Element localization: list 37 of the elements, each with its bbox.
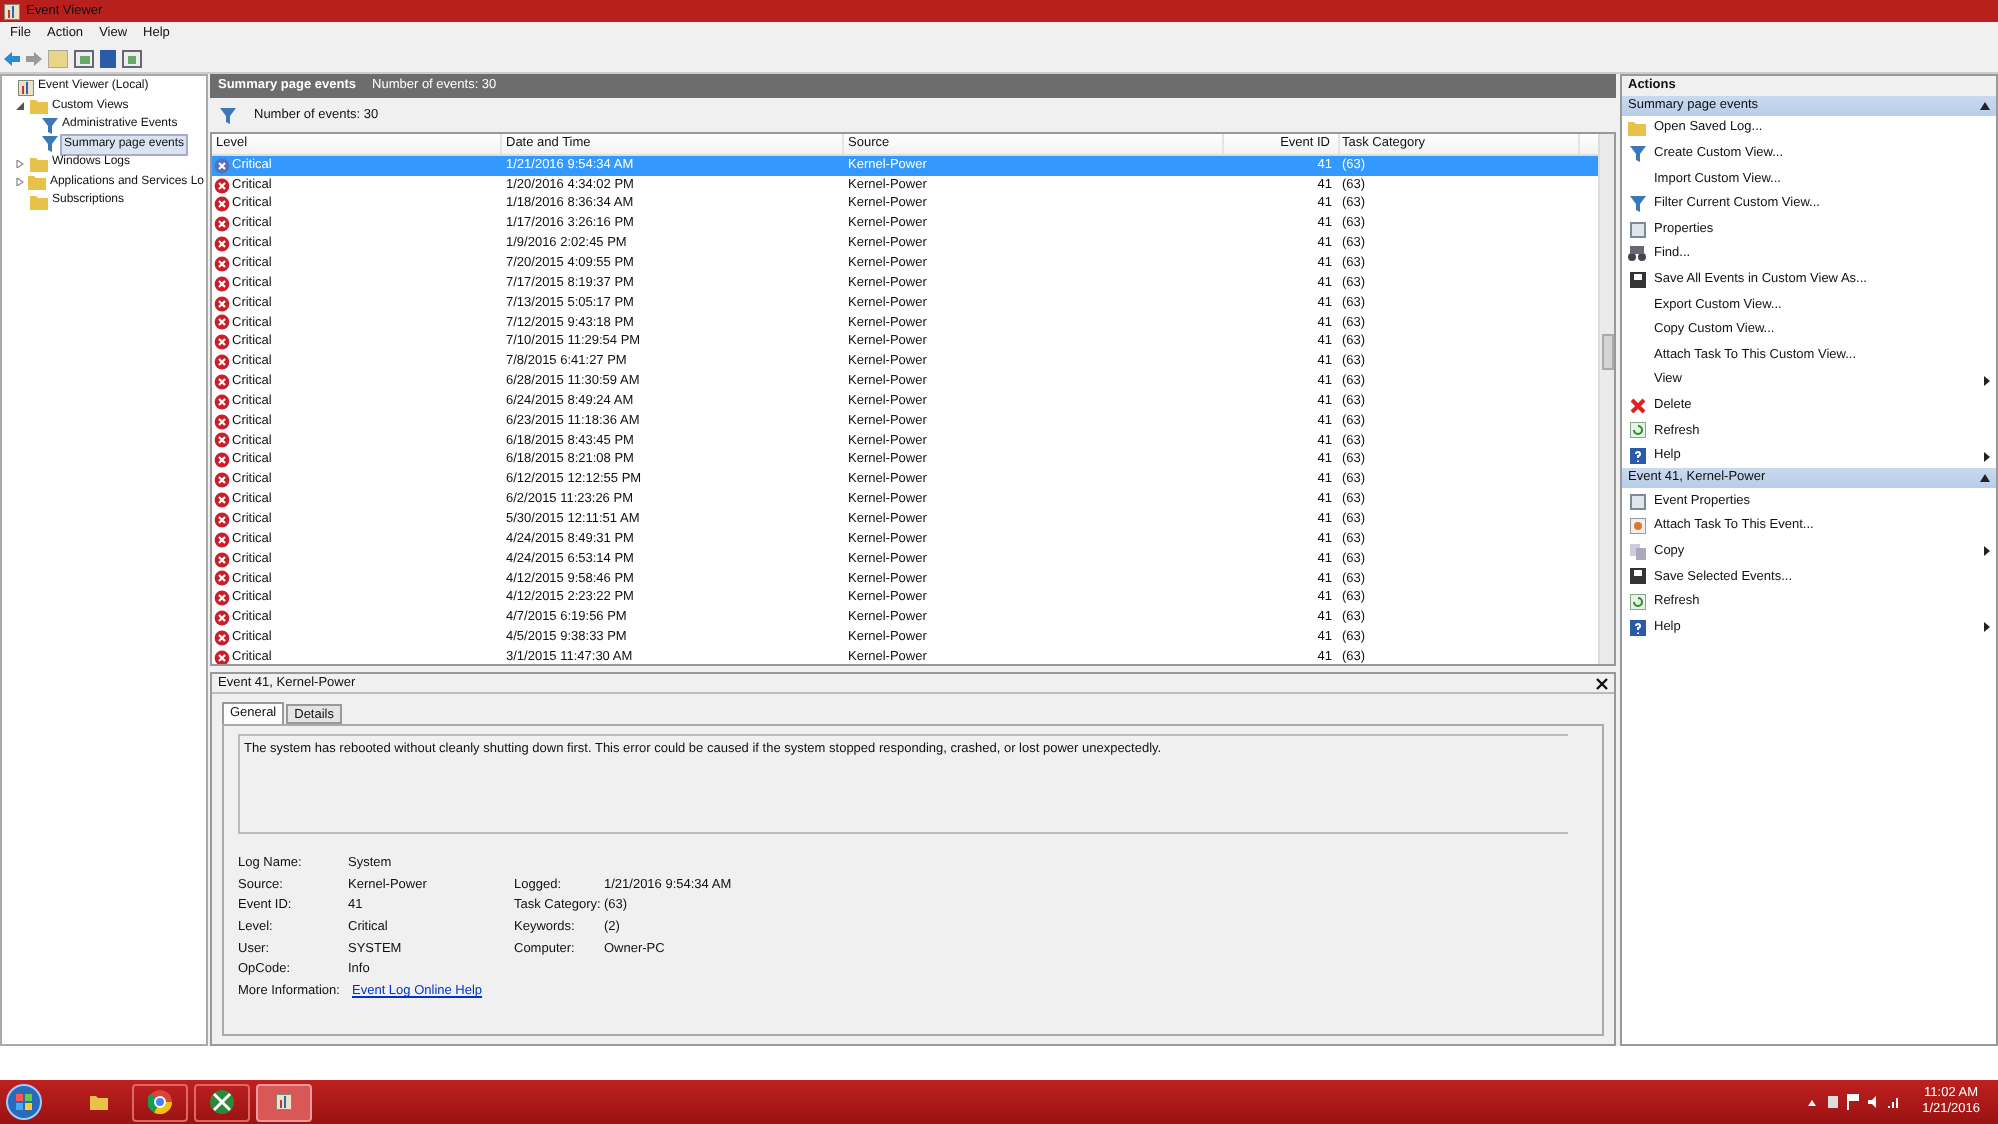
submenu-arrow-icon [1984,375,1990,386]
refresh-icon [1629,422,1645,439]
event-log-icon [4,3,20,19]
collapse-arrow-icon[interactable] [16,102,24,111]
expand-arrow-icon[interactable] [16,159,24,168]
filter-icon [1629,196,1645,213]
close-icon[interactable] [1596,677,1608,689]
submenu-arrow-icon [1984,546,1990,557]
collapse-icon[interactable] [1980,474,1990,483]
folder-icon [1628,120,1646,137]
pane-icon[interactable] [74,49,94,67]
event-log-icon [18,79,34,96]
task-icon [1629,518,1645,535]
copy-icon [1629,543,1645,560]
scrollbar[interactable] [1598,134,1614,664]
event-log-icon [276,1094,292,1110]
taskbar-button[interactable] [194,1083,250,1121]
submenu-arrow-icon [1984,622,1990,633]
folder-icon [30,98,48,115]
start-button[interactable] [6,1084,42,1120]
taskbar-button[interactable] [256,1083,312,1121]
taskbar-button[interactable] [132,1083,188,1121]
properties-icon [1629,493,1645,510]
filter-icon [220,107,236,123]
properties-icon [1629,221,1645,238]
filter-icon [1629,145,1645,162]
submenu-arrow-icon [1984,451,1990,462]
browser-icon [148,1090,172,1114]
collapse-icon[interactable] [1980,102,1990,110]
delete-icon [1629,397,1645,414]
binoculars-icon [1628,246,1646,263]
app-icon [210,1090,234,1114]
folder-icon [89,1094,107,1110]
refresh-icon [1629,593,1645,610]
pane-icon[interactable] [122,49,142,67]
expand-arrow-icon[interactable] [16,178,24,187]
back-arrow-icon[interactable] [4,51,20,65]
